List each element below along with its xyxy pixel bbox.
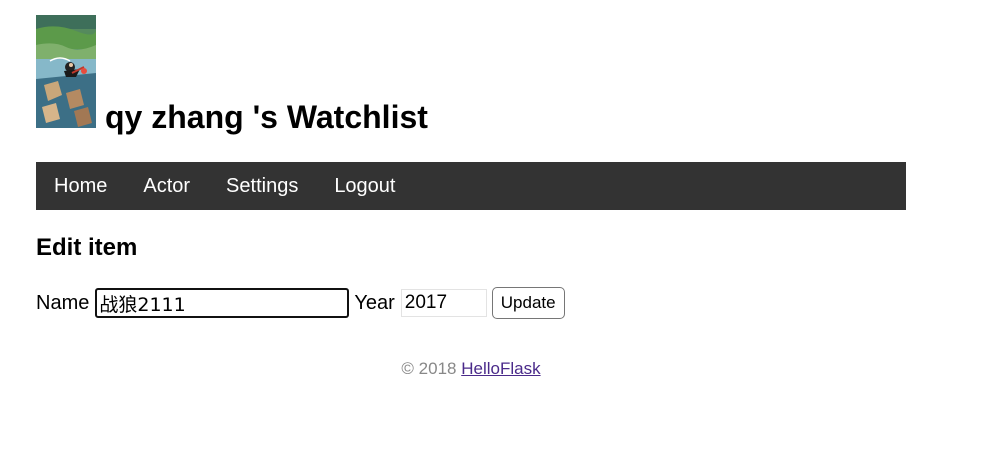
year-label: Year xyxy=(354,292,395,314)
nav-logout-link[interactable]: Logout xyxy=(316,162,413,210)
header: qy zhang 's Watchlist xyxy=(36,15,636,135)
copyright-text: © 2018 xyxy=(401,359,457,378)
main-nav: Home Actor Settings Logout xyxy=(36,162,906,210)
name-label: Name xyxy=(36,292,90,314)
helloflask-link[interactable]: HelloFlask xyxy=(461,359,540,378)
avatar xyxy=(36,15,96,128)
avatar-illustration-icon xyxy=(36,15,96,128)
page: qy zhang 's Watchlist Home Actor Setting… xyxy=(0,0,986,452)
year-input[interactable] xyxy=(400,289,487,317)
name-input[interactable] xyxy=(95,288,350,318)
footer: © 2018 HelloFlask xyxy=(0,358,942,380)
nav-settings-link[interactable]: Settings xyxy=(208,162,316,210)
edit-section-title: Edit item xyxy=(36,234,138,261)
nav-home-link[interactable]: Home xyxy=(36,162,125,210)
update-button[interactable]: Update xyxy=(491,287,565,319)
page-title: qy zhang 's Watchlist xyxy=(105,99,428,135)
nav-actor-link[interactable]: Actor xyxy=(125,162,208,210)
edit-form: Name Year Update xyxy=(36,286,565,320)
